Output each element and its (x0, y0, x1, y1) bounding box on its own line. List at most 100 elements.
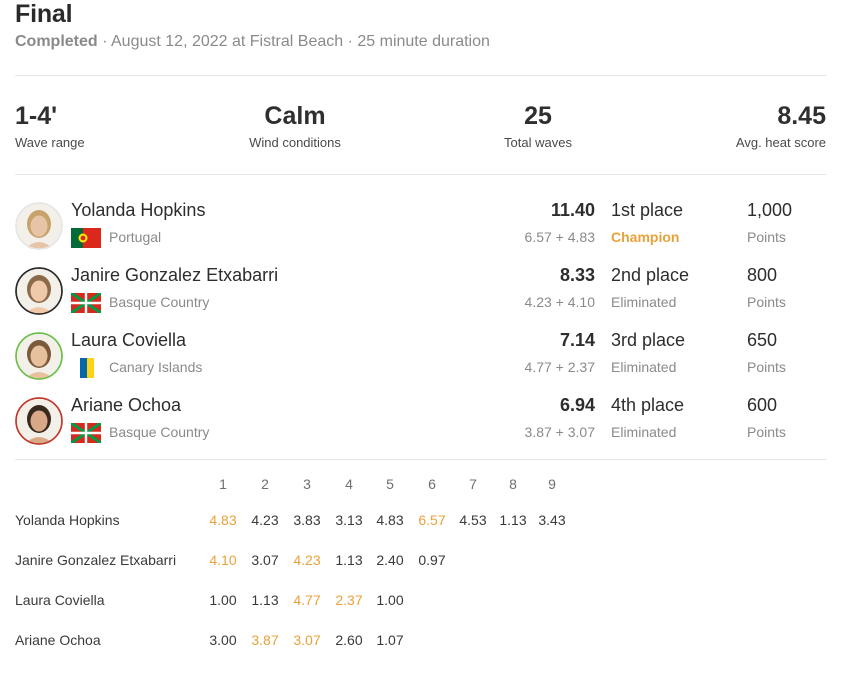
stat-label: Wind conditions (249, 135, 341, 150)
score-breakdown: 4.77 + 2.37 (524, 359, 595, 375)
country-flag (71, 228, 101, 248)
heat-total-score: 11.40 (550, 200, 595, 220)
placement: 2nd place (611, 265, 690, 285)
country-flag (71, 423, 101, 443)
wave-column-header: 1 (219, 476, 227, 492)
surfer-row[interactable]: Yolanda Hopkins Portugal 11.40 6.57 + 4.83 1… (15, 200, 826, 262)
stat-label: Total waves (504, 135, 572, 150)
result-status: Champion (611, 229, 680, 245)
heat-details: · August 12, 2022 at Fistral Beach · 25 … (97, 33, 490, 50)
wave-score-cell: 2.60 (335, 632, 363, 648)
divider (15, 174, 826, 175)
wave-score-cell: 4.77 (293, 592, 321, 608)
surfer-row[interactable]: Ariane Ochoa Basque Country 6.94 3.87 + 3.0… (15, 395, 826, 457)
points-label: Points (747, 294, 786, 310)
wave-score-cell: 1.00 (376, 592, 404, 608)
wave-score-cell: 1.07 (376, 632, 404, 648)
country-name: Canary Islands (109, 359, 203, 375)
avatar (15, 397, 63, 445)
stat-wind-conditions: Calm Wind conditions (235, 101, 355, 150)
heat-subtitle: Completed · August 12, 2022 at Fistral B… (15, 33, 490, 51)
wave-score-cell: 4.83 (376, 512, 404, 528)
heat-total-score: 8.33 (559, 265, 595, 285)
stat-value: Calm (264, 102, 326, 130)
wave-column-header: 5 (386, 476, 394, 492)
wave-score-cell: 4.23 (251, 512, 279, 528)
points-label: Points (747, 229, 786, 245)
placement: 1st place (611, 200, 684, 220)
country-flag (71, 358, 101, 378)
points-value: 650 (747, 330, 778, 350)
wave-column-header: 4 (345, 476, 353, 492)
placement: 4th place (611, 395, 685, 415)
wave-row-surfer-name: Yolanda Hopkins (15, 512, 120, 528)
stat-wave-range: 1-4' Wave range (15, 101, 85, 150)
basque-flag-icon (71, 423, 101, 443)
stat-label: Wave range (15, 135, 85, 150)
result-status: Eliminated (611, 294, 677, 310)
surfer-photo-icon (15, 397, 63, 445)
wave-column-header: 6 (428, 476, 436, 492)
stat-label: Avg. heat score (735, 135, 826, 150)
avatar (15, 332, 63, 380)
stat-avg-heat-score: 8.45 Avg. heat score (736, 101, 826, 150)
divider (15, 75, 826, 76)
surfer-photo-icon (15, 267, 63, 315)
surfer-row[interactable]: Laura Coviella Canary Islands 7.14 4.77 + 2… (15, 330, 826, 392)
wave-score-cell: 3.83 (293, 512, 321, 528)
surfer-name[interactable]: Laura Coviella (71, 330, 186, 351)
portugal-flag-icon (71, 228, 101, 248)
surfer-photo-icon (15, 202, 63, 250)
points-value: 1,000 (747, 200, 793, 220)
wave-score-cell: 6.57 (418, 512, 446, 528)
heat-title: Final (15, 0, 73, 28)
surfer-row[interactable]: Janire Gonzalez Etxabarri Basque Country 8… (15, 265, 826, 327)
surfer-photo-icon (15, 332, 63, 380)
wave-score-cell: 4.83 (209, 512, 237, 528)
points-label: Points (747, 424, 786, 440)
wave-score-cell: 1.13 (251, 592, 279, 608)
points-value: 600 (747, 395, 778, 415)
wave-row-surfer-name: Ariane Ochoa (15, 632, 101, 648)
country-name: Portugal (109, 229, 162, 245)
wave-score-cell: 3.43 (538, 512, 566, 528)
surfer-name[interactable]: Ariane Ochoa (71, 395, 181, 416)
result-status: Eliminated (611, 424, 677, 440)
wave-score-cell: 3.07 (293, 632, 321, 648)
canary-islands-flag-icon (71, 358, 101, 378)
wave-score-cell: 1.00 (209, 592, 237, 608)
placement: 3rd place (611, 330, 686, 350)
score-breakdown: 4.23 + 4.10 (524, 294, 595, 310)
heat-total-score: 7.14 (559, 330, 595, 350)
avatar (15, 202, 63, 250)
wave-score-cell: 3.13 (335, 512, 363, 528)
wave-score-cell: 3.87 (251, 632, 279, 648)
stat-total-waves: 25 Total waves (488, 101, 588, 150)
surfer-name[interactable]: Janire Gonzalez Etxabarri (71, 265, 278, 286)
stat-value: 25 (524, 102, 552, 130)
points-label: Points (747, 359, 786, 375)
wave-score-cell: 2.37 (335, 592, 363, 608)
result-status: Eliminated (611, 359, 677, 375)
wave-column-header: 2 (261, 476, 269, 492)
heat-total-score: 6.94 (559, 395, 595, 415)
score-breakdown: 6.57 + 4.83 (524, 229, 595, 245)
wave-column-header: 9 (548, 476, 556, 492)
wave-column-header: 8 (509, 476, 517, 492)
wave-score-cell: 4.10 (209, 552, 237, 568)
wave-row-surfer-name: Janire Gonzalez Etxabarri (15, 552, 177, 568)
surfer-name[interactable]: Yolanda Hopkins (71, 200, 205, 221)
avatar (15, 267, 63, 315)
divider (15, 459, 826, 460)
country-flag (71, 293, 101, 313)
wave-score-cell: 4.53 (459, 512, 487, 528)
wave-score-cell: 4.23 (293, 552, 321, 568)
wave-row-surfer-name: Laura Coviella (15, 592, 105, 608)
heat-status: Completed (15, 33, 98, 50)
stat-value: 1-4' (15, 102, 58, 130)
country-name: Basque Country (109, 294, 210, 310)
wave-column-header: 3 (303, 476, 311, 492)
points-value: 800 (747, 265, 778, 285)
country-name: Basque Country (109, 424, 210, 440)
wave-score-cell: 2.40 (376, 552, 404, 568)
